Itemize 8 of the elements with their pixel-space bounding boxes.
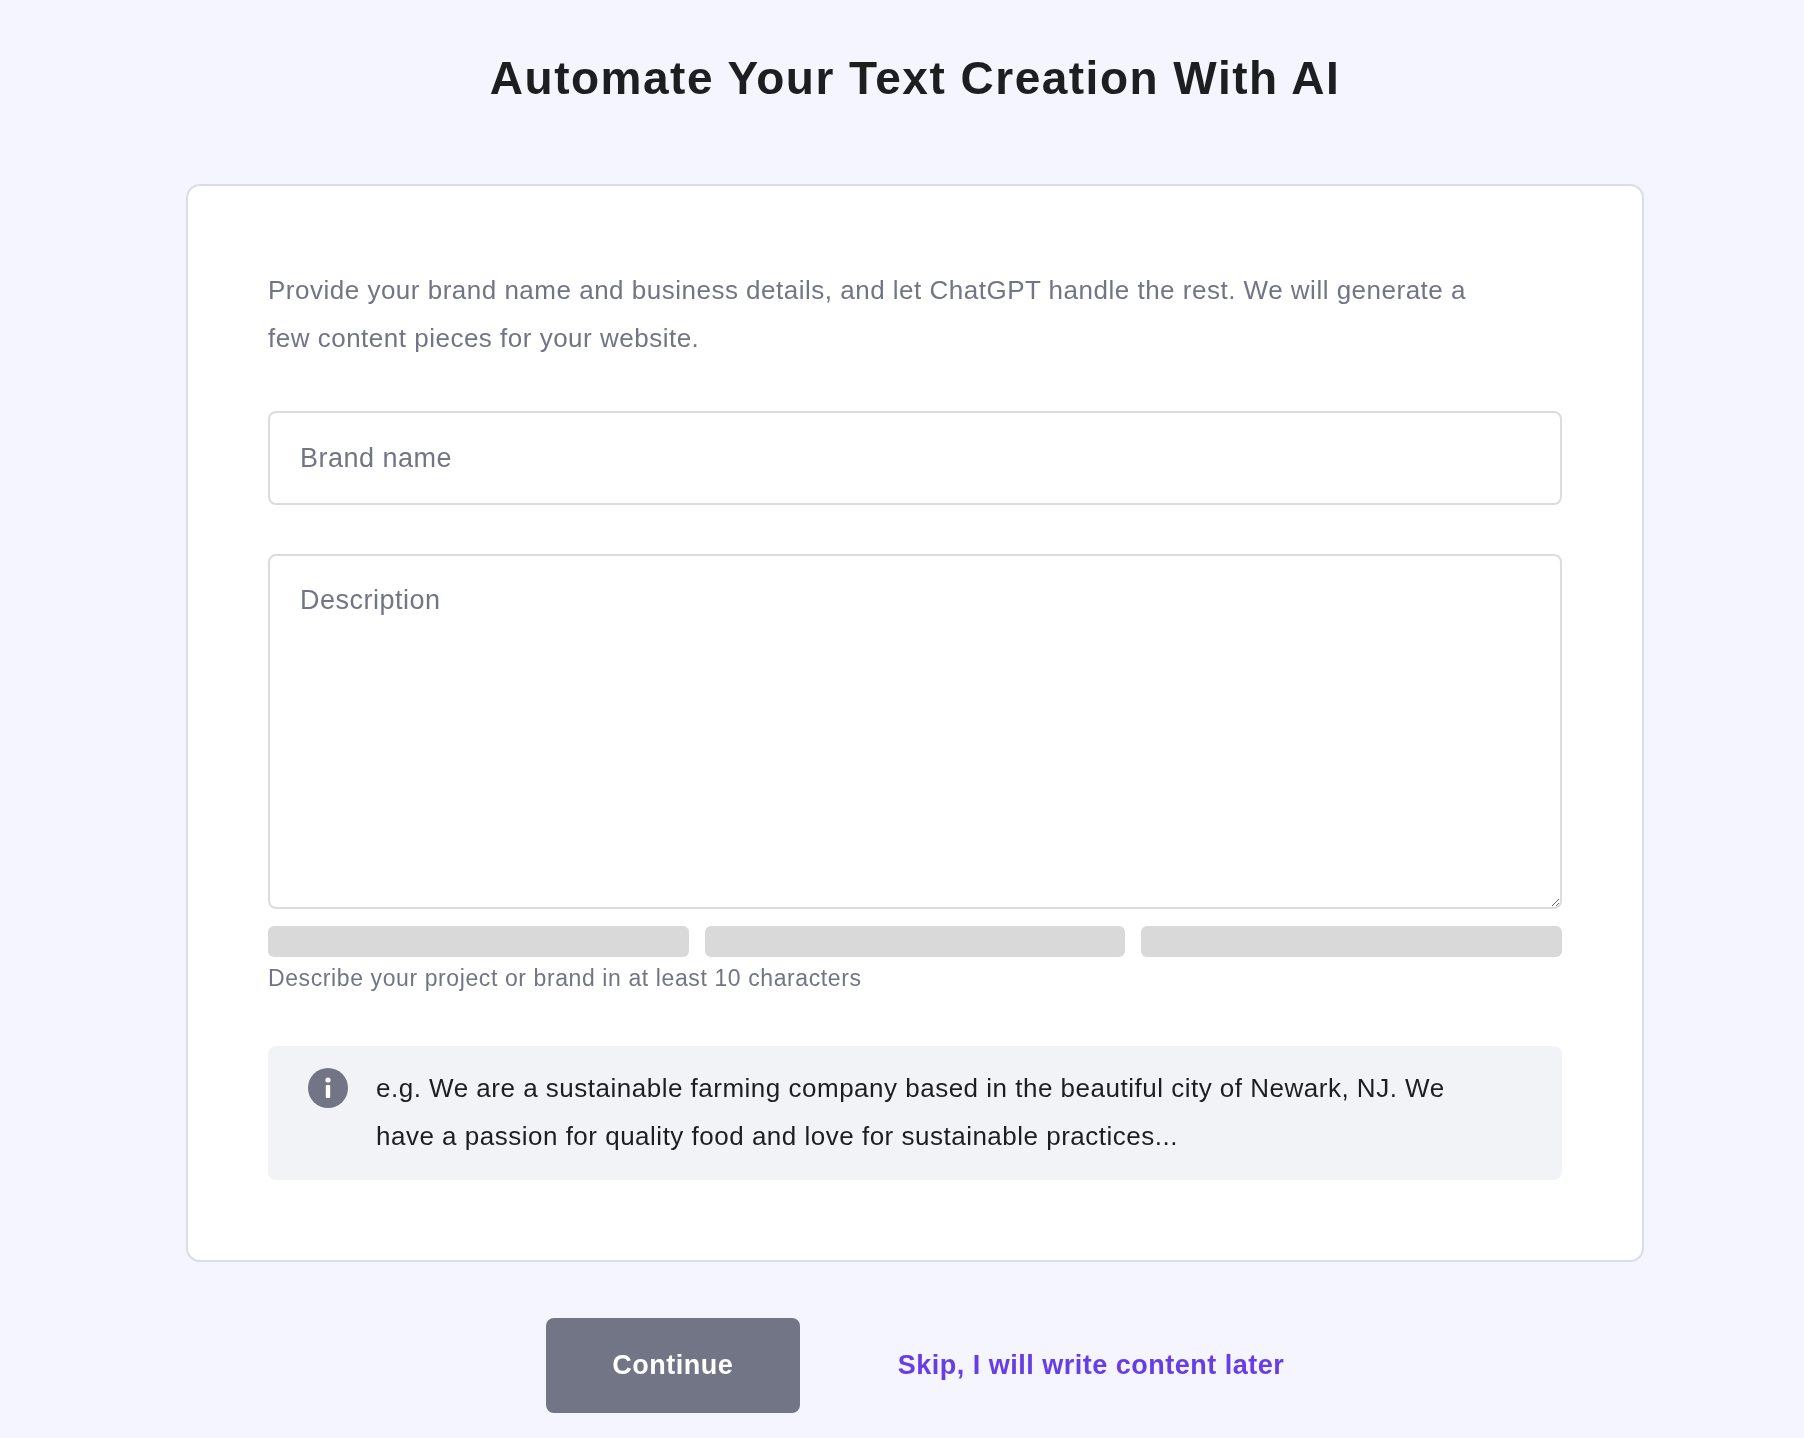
- example-text: e.g. We are a sustainable farming company based in the beautiful city of Newark, NJ. We have a passion for quality food and love for sustainable practices...: [376, 1072, 1446, 1153]
- hint-text: Describe your project or brand in at least 10 characters: [268, 964, 863, 992]
- skip-link[interactable]: Skip, I will write content later: [897, 1350, 1285, 1381]
- intro-text: Provide your brand name and business details, and let ChatGPT handle the rest. We will generate a few content pieces for your website.: [268, 274, 1467, 355]
- page-title: Automate Your Text Creation With AI: [489, 51, 1341, 106]
- info-icon: [308, 1068, 348, 1108]
- brand-name-input[interactable]: Brand name: [268, 411, 1562, 505]
- description-textarea[interactable]: Description: [268, 554, 1562, 909]
